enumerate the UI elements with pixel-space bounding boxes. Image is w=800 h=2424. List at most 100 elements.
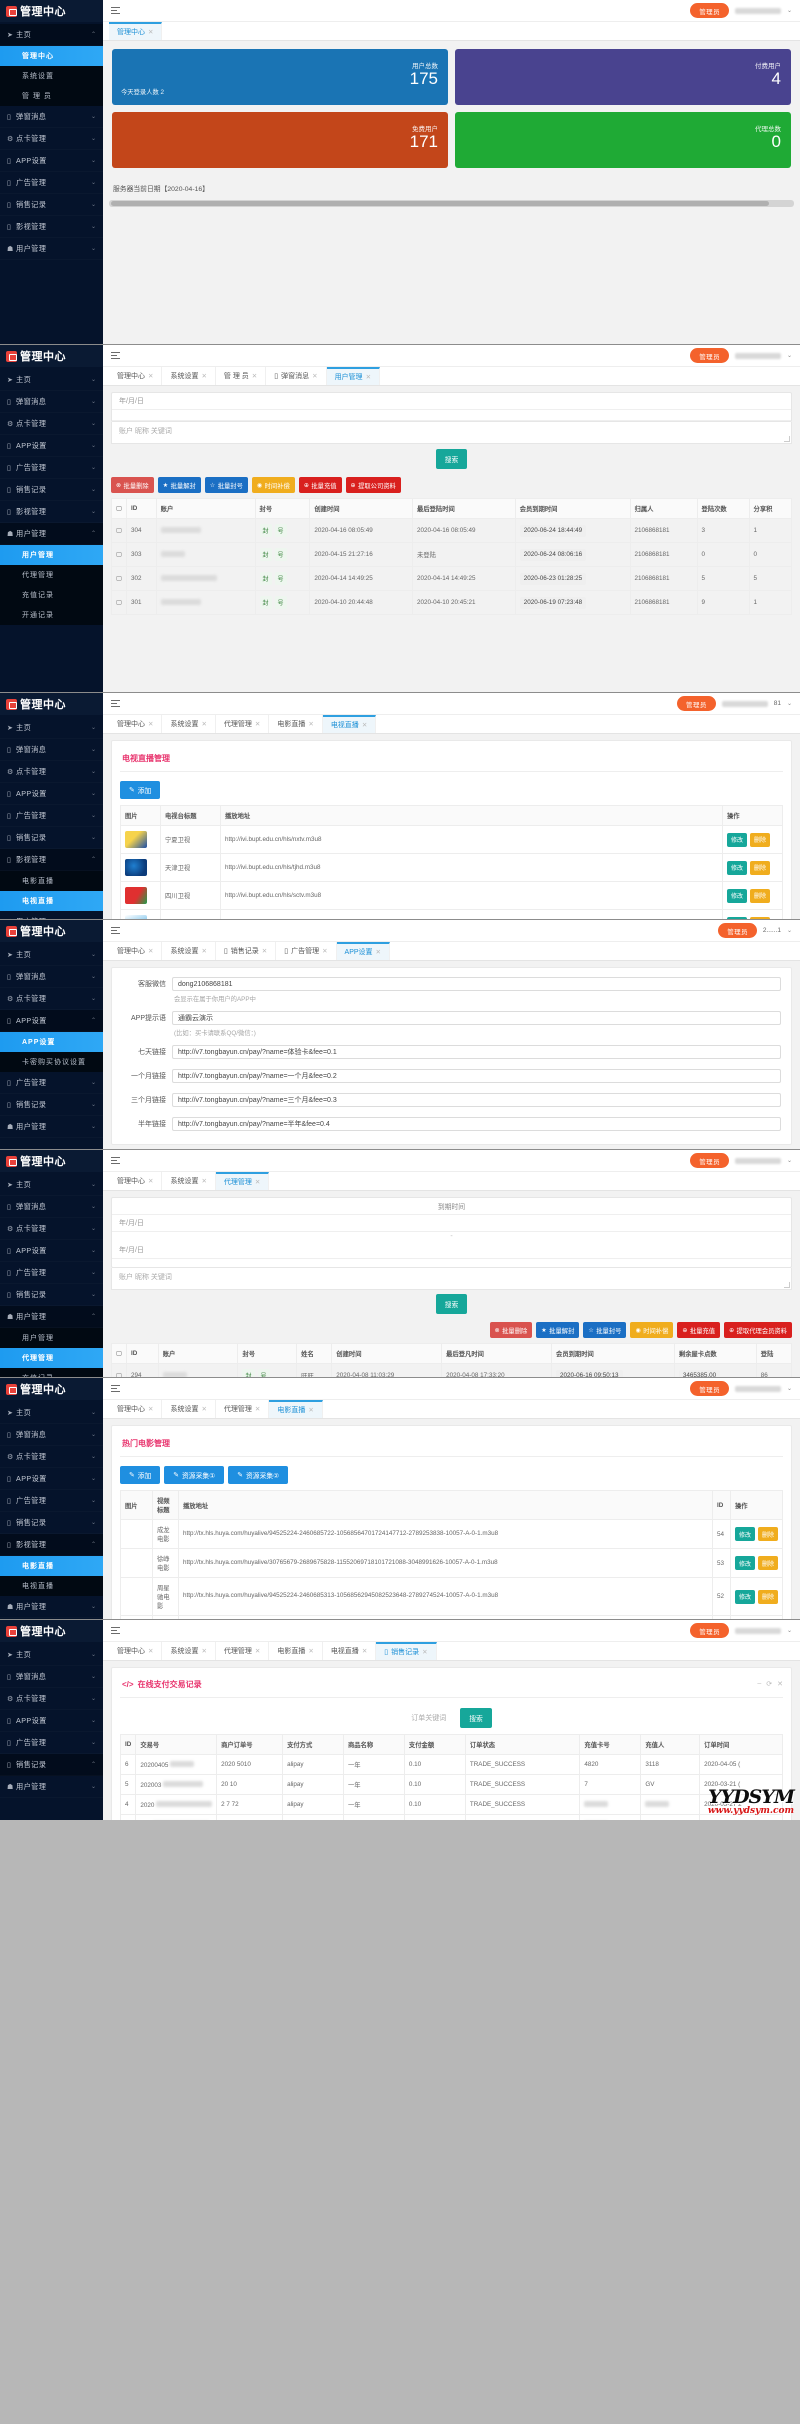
sidebar-subitem-user-management[interactable]: 用户管理 xyxy=(0,1328,103,1348)
brand-logo[interactable]: 管理中心 xyxy=(0,920,103,942)
sidebar-item-card[interactable]: ⚙ 点卡管理 ⌄ xyxy=(0,1218,103,1240)
date-from-input[interactable]: 年/月/日 xyxy=(112,1215,791,1232)
one-month-link-input[interactable]: http://v7.tongbayun.cn/pay/?name=一个月&fee… xyxy=(172,1069,781,1083)
row-checkbox[interactable]: ▢ xyxy=(111,542,127,567)
sidebar-item-home[interactable]: ➤ 主页 ⌄ xyxy=(0,944,103,966)
sidebar-item-sales[interactable]: ▯ 销售记录 ⌄ xyxy=(0,1284,103,1306)
tab-movie-live[interactable]: 电影直播 ✕ xyxy=(269,715,323,733)
table-row[interactable]: 6 20200405 2020 5010 alipay 一年 0.10 TRAD… xyxy=(119,1754,783,1775)
sidebar-item-app[interactable]: ▯ APP设置 ⌄ xyxy=(0,435,103,457)
chevron-down-icon[interactable]: ⌄ xyxy=(787,7,792,14)
brand-logo[interactable]: 管理中心 xyxy=(0,1150,103,1172)
panel-minimize-icon[interactable]: – xyxy=(757,1680,761,1687)
close-icon[interactable]: ✕ xyxy=(262,947,267,955)
close-icon[interactable]: ✕ xyxy=(322,947,327,955)
table-row[interactable]: 厦门卫视 http://ivi.bupt.edu.cn/hls/jstv.m3u… xyxy=(120,909,783,919)
bulk-delete-button[interactable]: ⊗ 批量删除 xyxy=(489,1322,533,1338)
sidebar-subitem-recharge-records[interactable]: 充值记录 xyxy=(0,585,103,605)
cell-seal[interactable]: 封号 xyxy=(254,542,311,567)
table-row[interactable]: ▢ 302 封号 2020-04-14 14:49:25 2020-04-14 … xyxy=(111,566,793,591)
bulk-unban-button[interactable]: ★ 批量解封 xyxy=(157,477,201,493)
tile-total-users[interactable]: 用户总数 175 今天登录人数 2 xyxy=(112,49,448,105)
sidebar-item-users[interactable]: ☗用户管理⌄ xyxy=(0,1776,103,1798)
sidebar-item-sales[interactable]: ▯ 销售记录 ⌄ xyxy=(0,194,103,216)
edit-button[interactable]: 修改 xyxy=(727,832,748,847)
sidebar-item-home[interactable]: ➤ 主页 ⌄ xyxy=(0,1644,103,1666)
sidebar-subitem-app-settings[interactable]: APP设置 xyxy=(0,1032,103,1052)
horizontal-scrollbar[interactable] xyxy=(109,200,794,207)
delete-button[interactable]: 删除 xyxy=(750,832,771,847)
sidebar-item-ads[interactable]: ▯ 广告管理 ⌄ xyxy=(0,172,103,194)
tab-sales-records[interactable]: ▯ 销售记录 ✕ xyxy=(376,1642,437,1660)
tab-movie-live[interactable]: 电影直播 ✕ xyxy=(269,1400,323,1418)
tab-agent-management[interactable]: 代理管理 ✕ xyxy=(216,1400,270,1418)
sidebar-item-users[interactable]: ☗用户管理⌄ xyxy=(0,911,103,920)
tab-ad-management[interactable]: ▯ 广告管理 ✕ xyxy=(276,942,337,960)
close-icon[interactable]: ✕ xyxy=(148,28,153,36)
close-icon[interactable]: ✕ xyxy=(376,948,381,956)
date-to-input[interactable] xyxy=(112,410,791,421)
select-all-checkbox[interactable]: ▢ xyxy=(111,1343,127,1364)
table-row[interactable]: 周星驰电影 http://tx.hls.huya.com/huyalive/94… xyxy=(120,1577,784,1616)
close-icon[interactable]: ✕ xyxy=(148,372,153,380)
search-button[interactable]: 搜索 xyxy=(435,449,468,469)
tab-admin-center[interactable]: 管理中心 ✕ xyxy=(109,22,163,40)
keyword-input[interactable]: 账户 昵称 关键词 xyxy=(111,422,792,444)
close-icon[interactable]: ✕ xyxy=(255,1647,260,1655)
resource-collect-1-button[interactable]: ✎ 资源采集① xyxy=(164,1466,225,1484)
table-row[interactable]: 5 202003 20 10 alipay 一年 0.10 TRADE_SUCC… xyxy=(119,1774,783,1795)
hamburger-icon[interactable] xyxy=(111,351,120,360)
close-icon[interactable]: ✕ xyxy=(148,947,153,955)
sidebar-item-popup[interactable]: ▯ 弹窗消息 ⌄ xyxy=(0,106,103,128)
tab-system-settings[interactable]: 系统设置 ✕ xyxy=(162,367,216,385)
hamburger-icon[interactable] xyxy=(111,699,120,708)
sidebar-item-media[interactable]: ▯ 影视管理 ⌄ xyxy=(0,501,103,523)
close-icon[interactable]: ✕ xyxy=(308,720,313,728)
table-row[interactable]: 成龙电影 http://tx.hls.huya.com/huyalive/945… xyxy=(120,1519,784,1549)
delete-button[interactable]: 删除 xyxy=(757,1556,778,1570)
sidebar-subitem-tv-live[interactable]: 电视直播 xyxy=(0,1576,103,1596)
close-icon[interactable]: ✕ xyxy=(201,720,206,728)
sidebar-subitem-card-agreement[interactable]: 卡密购买协议设置 xyxy=(0,1052,103,1072)
sidebar-item-media[interactable]: ▯ 影视管理 ⌃ xyxy=(0,1534,103,1556)
sidebar-item-popup[interactable]: ▯ 弹窗消息 ⌄ xyxy=(0,1666,103,1688)
row-checkbox[interactable]: ▢ xyxy=(111,518,127,543)
sidebar-item-media[interactable]: ▯ 影视管理 ⌃ xyxy=(0,849,103,871)
bulk-recharge-button[interactable]: ⊕ 批量充值 xyxy=(677,1322,721,1338)
tab-tv-live[interactable]: 电视直播 ✕ xyxy=(323,1642,377,1660)
sidebar-item-app[interactable]: ▯ APP设置 ⌄ xyxy=(0,1240,103,1262)
bulk-ban-button[interactable]: ☆ 批量封号 xyxy=(204,477,248,493)
edit-button[interactable]: 修改 xyxy=(727,860,748,875)
chevron-down-icon[interactable]: ⌄ xyxy=(787,1157,792,1164)
row-checkbox[interactable]: ▢ xyxy=(111,1363,127,1377)
table-row[interactable]: ▢ 301 封号 2020-04-10 20:44:48 2020-04-10 … xyxy=(111,590,793,615)
time-compensation-button[interactable]: ◉ 时间补偿 xyxy=(630,1322,674,1338)
add-button[interactable]: ✎ 添加 xyxy=(120,1466,161,1484)
hamburger-icon[interactable] xyxy=(111,926,120,935)
delete-button[interactable]: 删除 xyxy=(750,860,771,875)
date-from-input[interactable]: 年/月/日 xyxy=(112,393,791,410)
chevron-down-icon[interactable]: ⌄ xyxy=(787,927,792,934)
sidebar-item-sales[interactable]: ▯ 销售记录 ⌃ xyxy=(0,1754,103,1776)
hamburger-icon[interactable] xyxy=(111,1626,120,1635)
sidebar-item-ads[interactable]: ▯ 广告管理 ⌄ xyxy=(0,1490,103,1512)
sidebar-item-popup[interactable]: ▯ 弹窗消息 ⌄ xyxy=(0,966,103,988)
search-button[interactable]: 搜索 xyxy=(435,1294,468,1314)
table-row[interactable]: ▢ 303 封号 2020-04-15 21:27:16 未登陆 2020-06… xyxy=(111,542,793,567)
cell-seal[interactable]: 封号 xyxy=(254,590,311,615)
close-icon[interactable]: ✕ xyxy=(148,720,153,728)
half-year-link-input[interactable]: http://v7.tongbayun.cn/pay/?name=半年&fee=… xyxy=(172,1117,781,1131)
close-icon[interactable]: ✕ xyxy=(312,372,317,380)
close-icon[interactable]: ✕ xyxy=(201,1177,206,1185)
table-row[interactable]: 天津卫视 http://ivi.bupt.edu.cn/hls/tjhd.m3u… xyxy=(120,853,783,882)
sidebar-item-sales[interactable]: ▯ 销售记录 ⌄ xyxy=(0,1512,103,1534)
tab-admin-center[interactable]: 管理中心 ✕ xyxy=(109,1642,163,1660)
tab-admin-center[interactable]: 管理中心 ✕ xyxy=(109,715,163,733)
table-row[interactable]: 四川卫视 http://ivi.bupt.edu.cn/hls/sctv.m3u… xyxy=(120,881,783,910)
sidebar-subitem-admin-center[interactable]: 管理中心 xyxy=(0,46,103,66)
add-button[interactable]: ✎ 添加 xyxy=(120,781,161,799)
close-icon[interactable]: ✕ xyxy=(362,721,367,729)
sidebar-item-app[interactable]: ▯ APP设置 ⌄ xyxy=(0,1710,103,1732)
sidebar-item-card[interactable]: ⚙ 点卡管理 ⌄ xyxy=(0,1688,103,1710)
tab-admin-center[interactable]: 管理中心 ✕ xyxy=(109,1172,163,1190)
